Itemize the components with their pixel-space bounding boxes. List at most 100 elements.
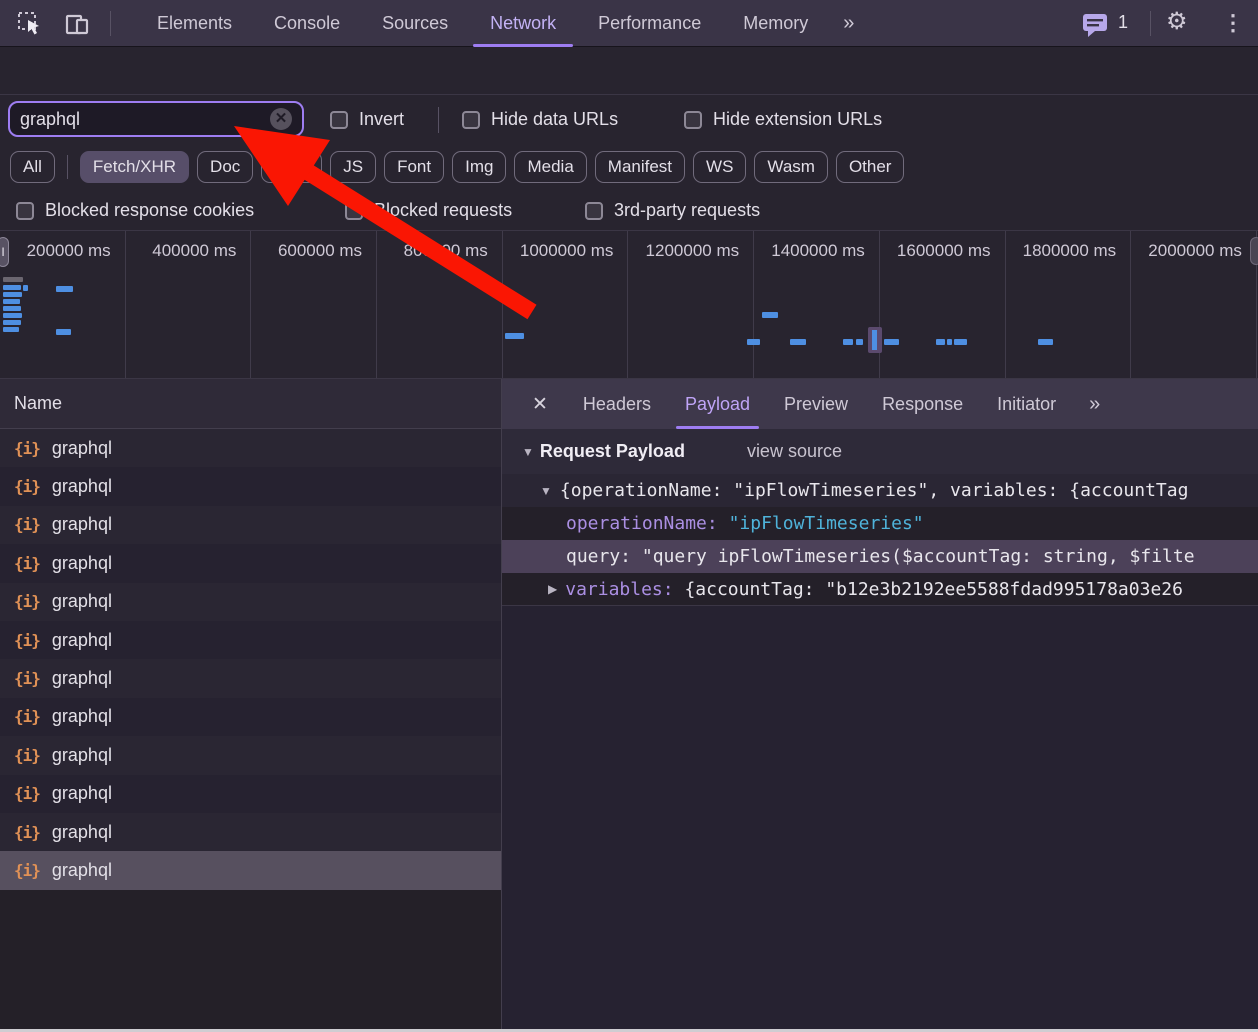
details-tab-payload[interactable]: Payload <box>668 379 767 429</box>
timeline-column: 1000000 ms <box>503 231 629 378</box>
timeline-column: 400000 ms <box>126 231 252 378</box>
request-row[interactable]: {i}graphql <box>0 659 501 697</box>
device-toolbar-icon[interactable] <box>64 10 92 38</box>
request-name: graphql <box>52 860 112 881</box>
network-toolbar: Preserve log Disable cache No throttling <box>0 47 1258 95</box>
request-row[interactable]: {i}graphql <box>0 583 501 621</box>
chip-media[interactable]: Media <box>514 151 586 183</box>
timeline-right-handle[interactable] <box>1250 237 1258 265</box>
more-details-tabs-icon[interactable]: » <box>1079 393 1108 416</box>
-rd-party-requests-checkbox[interactable]: 3rd-party requests <box>585 200 760 221</box>
tab-network[interactable]: Network <box>469 0 577 47</box>
payload-summary-row[interactable]: ▼ {operationName: "ipFlowTimeseries", va… <box>502 474 1258 507</box>
chip-fetchxhr[interactable]: Fetch/XHR <box>80 151 189 183</box>
blocked-response-cookies-checkbox[interactable]: Blocked response cookies <box>16 200 254 221</box>
checkbox[interactable] <box>345 202 363 220</box>
chip-manifest[interactable]: Manifest <box>595 151 685 183</box>
timeline-request-bar <box>936 339 945 345</box>
tab-memory[interactable]: Memory <box>722 0 829 47</box>
console-message-count: 1 <box>1118 12 1128 33</box>
chip-img[interactable]: Img <box>452 151 506 183</box>
chip-js[interactable]: JS <box>330 151 376 183</box>
fetch-xhr-icon: {i} <box>14 784 40 803</box>
more-options-icon[interactable]: ⋮ <box>1222 10 1244 36</box>
tab-console[interactable]: Console <box>253 0 361 47</box>
request-row[interactable]: {i}graphql <box>0 813 501 851</box>
timeline-column: 200000 ms <box>0 231 126 378</box>
request-row[interactable]: {i}graphql <box>0 698 501 736</box>
settings-gear-icon[interactable]: ⚙ <box>1166 10 1188 34</box>
timeline-tick-label: 1600000 ms <box>897 241 1005 260</box>
checkbox-label: 3rd-party requests <box>614 200 760 221</box>
console-messages-icon[interactable] <box>1082 13 1112 37</box>
request-row[interactable]: {i}graphql <box>0 775 501 813</box>
request-name: graphql <box>52 514 112 535</box>
divider <box>1150 11 1151 36</box>
details-tab-response[interactable]: Response <box>865 379 980 429</box>
network-filter-row: ✕ Invert Hide data URLs Hide extension U… <box>0 95 1258 143</box>
devtools-window: ElementsConsoleSourcesNetworkPerformance… <box>0 0 1258 1032</box>
request-row[interactable]: {i}graphql <box>0 429 501 467</box>
more-tabs-icon[interactable]: » <box>829 0 866 47</box>
details-tab-preview[interactable]: Preview <box>767 379 865 429</box>
request-payload-section-header[interactable]: ▼ Request Payload view source <box>502 429 1258 474</box>
timeline-request-bar <box>790 339 806 345</box>
checkbox[interactable] <box>16 202 34 220</box>
blocked-requests-checkbox[interactable]: Blocked requests <box>345 200 512 221</box>
inspect-element-icon[interactable] <box>16 10 44 38</box>
fetch-xhr-icon: {i} <box>14 823 40 842</box>
payload-variables-row[interactable]: ▶ variables: {accountTag: "b12e3b2192ee5… <box>502 573 1258 606</box>
timeline-tick-label: 1200000 ms <box>646 241 754 260</box>
hide-data-urls-checkbox[interactable]: Hide data URLs <box>462 109 618 130</box>
details-tab-headers[interactable]: Headers <box>566 379 668 429</box>
checkbox[interactable] <box>330 111 348 129</box>
timeline-request-bar <box>505 333 524 339</box>
clear-filter-icon[interactable]: ✕ <box>270 108 292 130</box>
json-object-value: {accountTag: "b12e3b2192ee5588fdad995178… <box>684 579 1183 600</box>
chip-all[interactable]: All <box>10 151 55 183</box>
hide-extension-urls-checkbox[interactable]: Hide extension URLs <box>684 109 882 130</box>
tab-elements[interactable]: Elements <box>136 0 253 47</box>
details-tab-initiator[interactable]: Initiator <box>980 379 1073 429</box>
timeline-column: 1400000 ms <box>754 231 880 378</box>
tab-performance[interactable]: Performance <box>577 0 722 47</box>
checkbox[interactable] <box>462 111 480 129</box>
invert-checkbox[interactable]: Invert <box>330 109 404 130</box>
request-row[interactable]: {i}graphql <box>0 544 501 582</box>
view-source-link[interactable]: view source <box>747 441 842 462</box>
details-tabbar: ✕ HeadersPayloadPreviewResponseInitiator… <box>502 379 1258 429</box>
request-row[interactable]: {i}graphql <box>0 621 501 659</box>
request-name: graphql <box>52 438 112 459</box>
close-details-icon[interactable]: ✕ <box>520 393 560 416</box>
request-row[interactable]: {i}graphql <box>0 851 501 889</box>
network-overview-timeline[interactable]: 200000 ms400000 ms600000 ms800000 ms1000… <box>0 231 1258 379</box>
triangle-expanded-icon: ▼ <box>540 484 552 498</box>
request-row[interactable]: {i}graphql <box>0 506 501 544</box>
tab-sources[interactable]: Sources <box>361 0 469 47</box>
chip-wasm[interactable]: Wasm <box>754 151 828 183</box>
timeline-request-bar <box>3 327 19 332</box>
checkbox[interactable] <box>585 202 603 220</box>
json-key: operationName: <box>566 513 729 534</box>
devtools-tabs: ElementsConsoleSourcesNetworkPerformance… <box>136 0 866 47</box>
payload-operationname-row[interactable]: operationName: "ipFlowTimeseries" <box>502 507 1258 540</box>
chip-font[interactable]: Font <box>384 151 444 183</box>
request-row[interactable]: {i}graphql <box>0 736 501 774</box>
timeline-left-handle[interactable]: I <box>0 237 9 267</box>
timeline-tick-label: 2000000 ms <box>1148 241 1256 260</box>
filter-input[interactable] <box>20 109 270 130</box>
checkbox[interactable] <box>684 111 702 129</box>
request-details-panel: ✕ HeadersPayloadPreviewResponseInitiator… <box>502 379 1258 1030</box>
timeline-selected-request-marker <box>868 327 882 353</box>
chip-other[interactable]: Other <box>836 151 905 183</box>
payload-query-row-selected[interactable]: query: "query ipFlowTimeseries($accountT… <box>502 540 1258 573</box>
chip-doc[interactable]: Doc <box>197 151 253 183</box>
timeline-request-bar <box>56 329 71 335</box>
timeline-request-bar <box>762 312 778 318</box>
chip-css[interactable]: CSS <box>261 151 322 183</box>
name-column-header[interactable]: Name <box>0 379 501 429</box>
chip-ws[interactable]: WS <box>693 151 746 183</box>
name-column-label: Name <box>14 393 62 414</box>
timeline-column: 2000000 ms <box>1131 231 1257 378</box>
request-row[interactable]: {i}graphql <box>0 467 501 505</box>
